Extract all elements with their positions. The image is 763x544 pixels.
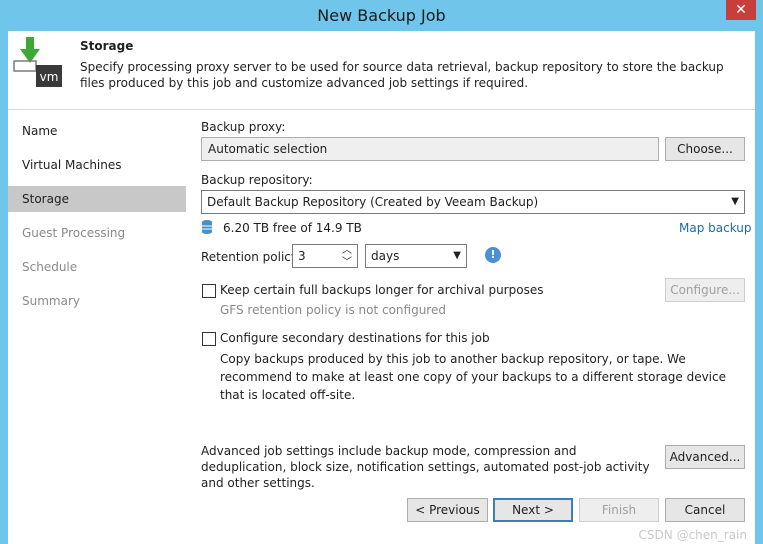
new-backup-job-window: New Backup Job ✕ vm Storage Specify proc…: [0, 0, 763, 544]
previous-button[interactable]: < Previous: [407, 498, 488, 522]
backup-repository-select[interactable]: Default Backup Repository (Created by Ve…: [201, 190, 745, 214]
advanced-settings-description: Advanced job settings include backup mod…: [201, 444, 650, 490]
retention-value: 3: [298, 249, 306, 263]
nav-item-schedule: Schedule: [22, 260, 78, 274]
wizard-steps-nav: Name Virtual Machines Storage Guest Proc…: [8, 110, 186, 544]
info-icon[interactable]: !: [485, 247, 501, 263]
nav-item-name[interactable]: Name: [8, 118, 186, 144]
backup-repository-value: Default Backup Repository (Created by Ve…: [207, 195, 539, 209]
secondary-destinations-checkbox[interactable]: [202, 332, 216, 346]
archival-checkbox[interactable]: [202, 284, 216, 298]
nav-item-storage[interactable]: Storage: [8, 186, 186, 212]
window-title: New Backup Job: [317, 6, 446, 25]
storage-settings-panel: Backup proxy: Automatic selection Choose…: [186, 110, 755, 544]
retention-value-stepper[interactable]: 3 ︿ ﹀: [292, 244, 358, 268]
title-bar[interactable]: New Backup Job ✕: [0, 0, 763, 31]
wizard-header: vm Storage Specify processing proxy serv…: [8, 31, 755, 110]
choose-proxy-button[interactable]: Choose...: [665, 137, 745, 161]
step-description: Specify processing proxy server to be us…: [80, 60, 724, 90]
backup-repository-label: Backup repository:: [201, 173, 313, 187]
vm-logo-text: vm: [40, 70, 59, 84]
nav-item-virtual-machines[interactable]: Virtual Machines: [8, 152, 186, 178]
close-button[interactable]: ✕: [726, 0, 756, 20]
step-title: Storage: [80, 39, 134, 53]
csdn-watermark: CSDN @chen_rain: [638, 528, 747, 542]
finish-button: Finish: [579, 498, 659, 522]
advanced-settings-button[interactable]: Advanced...: [665, 445, 745, 469]
wizard-body: vm Storage Specify processing proxy serv…: [8, 31, 755, 544]
chevron-down-icon: ▼: [453, 250, 461, 261]
retention-unit-value: days: [371, 249, 400, 263]
secondary-destinations-label[interactable]: Configure secondary destinations for thi…: [220, 331, 490, 345]
retention-unit-select[interactable]: days ▼: [365, 244, 467, 268]
configure-gfs-button: Configure...: [665, 278, 745, 302]
map-backup-link[interactable]: Map backup: [679, 221, 752, 235]
stepper-down-icon[interactable]: ﹀: [342, 252, 352, 274]
gfs-status-text: GFS retention policy is not configured: [220, 303, 446, 317]
cancel-button[interactable]: Cancel: [665, 498, 745, 522]
nav-item-summary: Summary: [22, 294, 80, 308]
vm-download-icon: vm: [12, 35, 64, 91]
backup-proxy-field: Automatic selection: [201, 137, 659, 161]
backup-proxy-label: Backup proxy:: [201, 120, 286, 134]
secondary-destinations-description: Copy backups produced by this job to ano…: [220, 352, 726, 402]
archival-label[interactable]: Keep certain full backups longer for arc…: [220, 283, 543, 297]
nav-item-guest-processing: Guest Processing: [22, 226, 126, 240]
retention-policy-label: Retention policy:: [201, 250, 302, 264]
chevron-down-icon: ▼: [731, 196, 739, 207]
database-icon: [201, 219, 213, 235]
repository-free-space: 6.20 TB free of 14.9 TB: [223, 221, 362, 235]
next-button[interactable]: Next >: [493, 498, 573, 522]
